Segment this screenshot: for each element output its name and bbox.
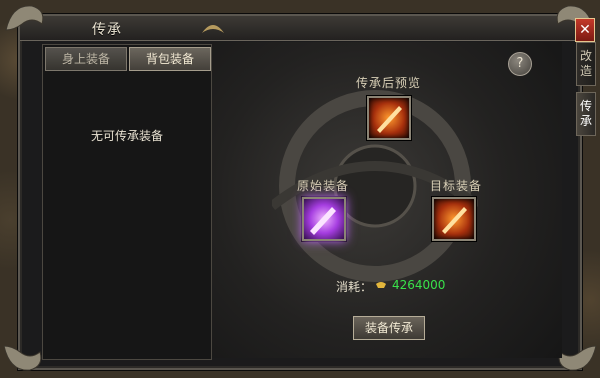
equipment-list-panel: 身上装备 背包装备 无可传承装备 <box>42 44 212 360</box>
inherit-button[interactable]: 装备传承 <box>353 316 425 340</box>
equipment-tabs: 身上装备 背包装备 <box>43 45 211 73</box>
preview-slot-label: 传承后预览 <box>356 76 422 90</box>
side-tab-bar: 改造 传承 <box>576 42 596 142</box>
close-button[interactable]: ✕ <box>575 18 595 42</box>
help-button[interactable]: ? <box>508 52 532 76</box>
dragon-ornament-icon <box>5 5 44 31</box>
cost-value: 4264000 <box>392 278 446 292</box>
tab-worn-equipment[interactable]: 身上装备 <box>45 47 127 71</box>
window-titlebar[interactable]: 传承 <box>20 16 580 41</box>
window-title: 传承 <box>92 22 122 38</box>
sword-icon <box>310 207 336 235</box>
title-ornament-icon <box>202 25 224 33</box>
preview-slot[interactable] <box>367 96 411 140</box>
target-slot[interactable] <box>432 197 476 241</box>
close-icon: ✕ <box>579 22 591 38</box>
cost-label: 消耗： <box>336 280 373 294</box>
empty-list-message: 无可传承装备 <box>90 129 163 143</box>
tab-bag-equipment[interactable]: 背包装备 <box>129 47 211 71</box>
gold-ingot-icon <box>376 282 386 288</box>
source-slot[interactable] <box>302 197 346 241</box>
target-slot-label: 目标装备 <box>430 179 483 193</box>
side-tab-label: 传承 <box>579 99 592 128</box>
source-slot-label: 原始装备 <box>297 179 350 193</box>
side-tab-upgrade[interactable]: 改造 <box>576 42 596 86</box>
sword-icon <box>442 207 467 234</box>
side-tab-inherit[interactable]: 传承 <box>576 92 596 136</box>
dragon-ornament-icon <box>3 345 42 371</box>
side-tab-label: 改造 <box>579 49 592 78</box>
sword-icon <box>377 106 402 133</box>
